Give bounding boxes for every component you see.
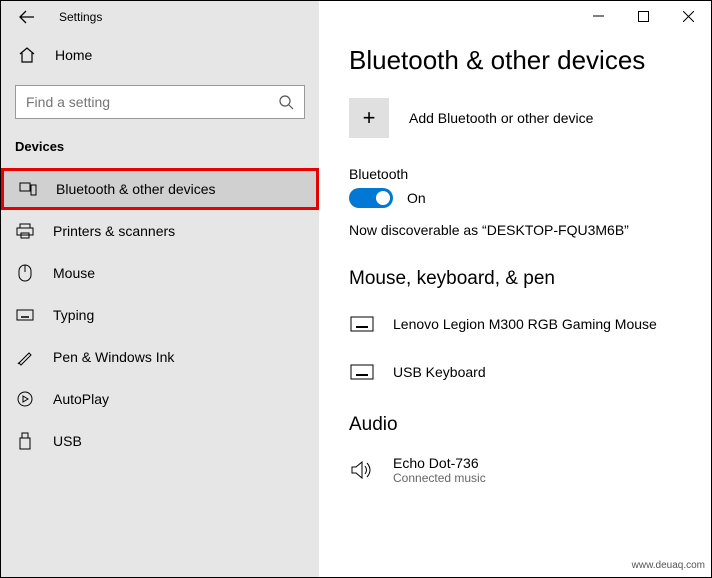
mouse-icon: [15, 264, 35, 282]
nav-label: USB: [53, 433, 82, 449]
device-name: USB Keyboard: [393, 364, 486, 380]
close-button[interactable]: [666, 1, 711, 31]
nav-label: Typing: [53, 307, 94, 323]
bluetooth-toggle[interactable]: [349, 188, 393, 208]
home-icon: [17, 46, 37, 64]
search-box[interactable]: [15, 85, 305, 119]
bluetooth-label: Bluetooth: [349, 166, 687, 182]
group-title-audio: Audio: [349, 414, 687, 436]
usb-icon: [15, 432, 35, 450]
nav-label: AutoPlay: [53, 391, 109, 407]
window-controls: [576, 1, 711, 31]
bluetooth-state-label: On: [407, 190, 426, 206]
printer-icon: [15, 223, 35, 239]
home-label: Home: [55, 47, 92, 63]
keyboard-icon: [15, 309, 35, 321]
nav-label: Pen & Windows Ink: [53, 349, 174, 365]
back-button[interactable]: [15, 5, 39, 29]
maximize-icon: [638, 11, 649, 22]
keyboard-device-icon: [349, 316, 375, 332]
page-title: Bluetooth & other devices: [349, 45, 687, 76]
discoverable-text: Now discoverable as “DESKTOP-FQU3M6B”: [349, 222, 687, 238]
home-nav-item[interactable]: Home: [1, 33, 319, 77]
devices-icon: [18, 182, 38, 196]
category-header: Devices: [1, 129, 319, 168]
autoplay-icon: [15, 390, 35, 408]
minimize-icon: [593, 11, 604, 22]
nav-item-bluetooth[interactable]: Bluetooth & other devices: [1, 168, 319, 210]
minimize-button[interactable]: [576, 1, 621, 31]
keyboard-device-icon: [349, 364, 375, 380]
maximize-button[interactable]: [621, 1, 666, 31]
search-icon: [278, 94, 294, 110]
search-input[interactable]: [26, 94, 278, 110]
main-content: Bluetooth & other devices + Add Bluetoot…: [319, 1, 711, 577]
device-item[interactable]: Echo Dot-736 Connected music: [349, 446, 687, 494]
sidebar: Settings Home Devices Bluetooth & other …: [1, 1, 319, 577]
device-item[interactable]: Lenovo Legion M300 RGB Gaming Mouse: [349, 300, 687, 348]
close-icon: [683, 11, 694, 22]
nav-item-pen[interactable]: Pen & Windows Ink: [1, 336, 319, 378]
device-name: Echo Dot-736: [393, 455, 486, 471]
nav-item-mouse[interactable]: Mouse: [1, 252, 319, 294]
speaker-icon: [349, 460, 375, 480]
watermark: www.deuaq.com: [632, 560, 705, 571]
nav-label: Bluetooth & other devices: [56, 181, 216, 197]
nav-item-printers[interactable]: Printers & scanners: [1, 210, 319, 252]
nav-label: Printers & scanners: [53, 223, 175, 239]
back-arrow-icon: [19, 9, 35, 25]
app-title: Settings: [59, 10, 102, 24]
nav-label: Mouse: [53, 265, 95, 281]
nav-item-autoplay[interactable]: AutoPlay: [1, 378, 319, 420]
pen-icon: [15, 348, 35, 366]
search-container: [1, 77, 319, 129]
add-device-button[interactable]: + Add Bluetooth or other device: [349, 98, 687, 138]
group-title-input: Mouse, keyboard, & pen: [349, 268, 687, 290]
device-name: Lenovo Legion M300 RGB Gaming Mouse: [393, 316, 657, 332]
nav-item-typing[interactable]: Typing: [1, 294, 319, 336]
plus-icon: +: [349, 98, 389, 138]
device-item[interactable]: USB Keyboard: [349, 348, 687, 396]
nav-item-usb[interactable]: USB: [1, 420, 319, 462]
titlebar: Settings: [1, 1, 319, 33]
add-device-label: Add Bluetooth or other device: [409, 110, 593, 126]
device-subtitle: Connected music: [393, 471, 486, 485]
toggle-knob: [376, 191, 390, 205]
